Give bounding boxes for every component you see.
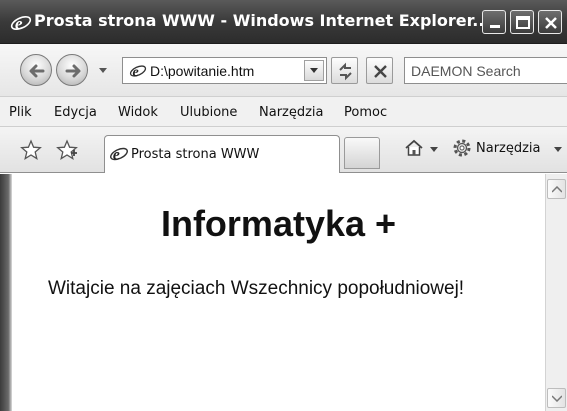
page-icon: e <box>110 147 128 164</box>
gear-icon <box>453 139 471 157</box>
menu-item-file[interactable]: Plik <box>9 105 32 120</box>
scroll-up-button[interactable] <box>547 179 566 199</box>
forward-arrow-icon <box>65 64 81 78</box>
close-icon <box>545 17 557 29</box>
menu-item-tools[interactable]: Narzędzia <box>259 105 324 120</box>
back-button[interactable] <box>20 54 52 86</box>
search-field[interactable] <box>404 57 567 84</box>
chevron-down-icon <box>552 395 562 402</box>
add-star-icon[interactable] <box>56 139 78 161</box>
vertical-scrollbar[interactable] <box>545 174 567 411</box>
address-dropdown-button[interactable] <box>304 60 324 81</box>
menu-bar: Plik Edycja Widok Ulubione Narzędzia Pom… <box>0 97 567 127</box>
address-toolbar: e D:\powitanie.htm <box>0 44 567 97</box>
maximize-button[interactable] <box>510 10 534 34</box>
address-field[interactable]: e D:\powitanie.htm <box>122 57 327 84</box>
recent-pages-dropdown-icon[interactable] <box>98 67 108 75</box>
tab-bar: e Prosta strona WWW Narzędzia <box>0 127 567 173</box>
home-dropdown-icon[interactable] <box>430 147 438 153</box>
tab-active[interactable]: e Prosta strona WWW <box>104 135 340 173</box>
forward-button[interactable] <box>56 54 88 86</box>
search-input[interactable] <box>411 62 561 80</box>
back-arrow-icon <box>29 64 45 78</box>
svg-text:e: e <box>133 65 139 80</box>
maximize-icon <box>516 16 530 29</box>
new-tab-button[interactable] <box>344 137 380 169</box>
refresh-icon <box>339 62 352 81</box>
stop-x-icon <box>374 65 387 78</box>
menu-item-edit[interactable]: Edycja <box>54 105 97 120</box>
minimize-button[interactable] <box>482 10 506 34</box>
chevron-down-icon <box>310 68 318 73</box>
close-button[interactable] <box>538 10 562 34</box>
svg-text:e: e <box>15 14 23 33</box>
refresh-button[interactable] <box>331 57 358 84</box>
page-paragraph: Witajcie na zajęciach Wszechnicy popołud… <box>48 278 465 299</box>
chevron-down-icon <box>554 147 562 152</box>
chevron-up-icon <box>552 186 562 193</box>
page-heading: Informatyka + <box>160 203 397 244</box>
window-title: Prosta strona WWW - Windows Internet Exp… <box>34 11 491 30</box>
menu-item-favorites[interactable]: Ulubione <box>180 105 237 120</box>
home-icon[interactable] <box>404 138 424 158</box>
menu-item-view[interactable]: Widok <box>118 105 158 120</box>
tab-label: Prosta strona WWW <box>131 147 260 162</box>
svg-text:e: e <box>113 147 120 164</box>
tools-label: Narzędzia <box>476 141 541 156</box>
ie-logo-icon: e <box>10 14 32 33</box>
scroll-down-button[interactable] <box>547 388 566 408</box>
menu-item-help[interactable]: Pomoc <box>344 105 387 120</box>
star-icon[interactable] <box>20 139 42 161</box>
stop-button[interactable] <box>366 57 393 84</box>
address-url[interactable]: D:\powitanie.htm <box>150 63 254 79</box>
page-icon: e <box>129 65 147 80</box>
minimize-icon <box>490 25 500 28</box>
browser-window: e Prosta strona WWW - Windows Internet E… <box>0 0 567 411</box>
title-bar[interactable]: e Prosta strona WWW - Windows Internet E… <box>0 0 567 44</box>
